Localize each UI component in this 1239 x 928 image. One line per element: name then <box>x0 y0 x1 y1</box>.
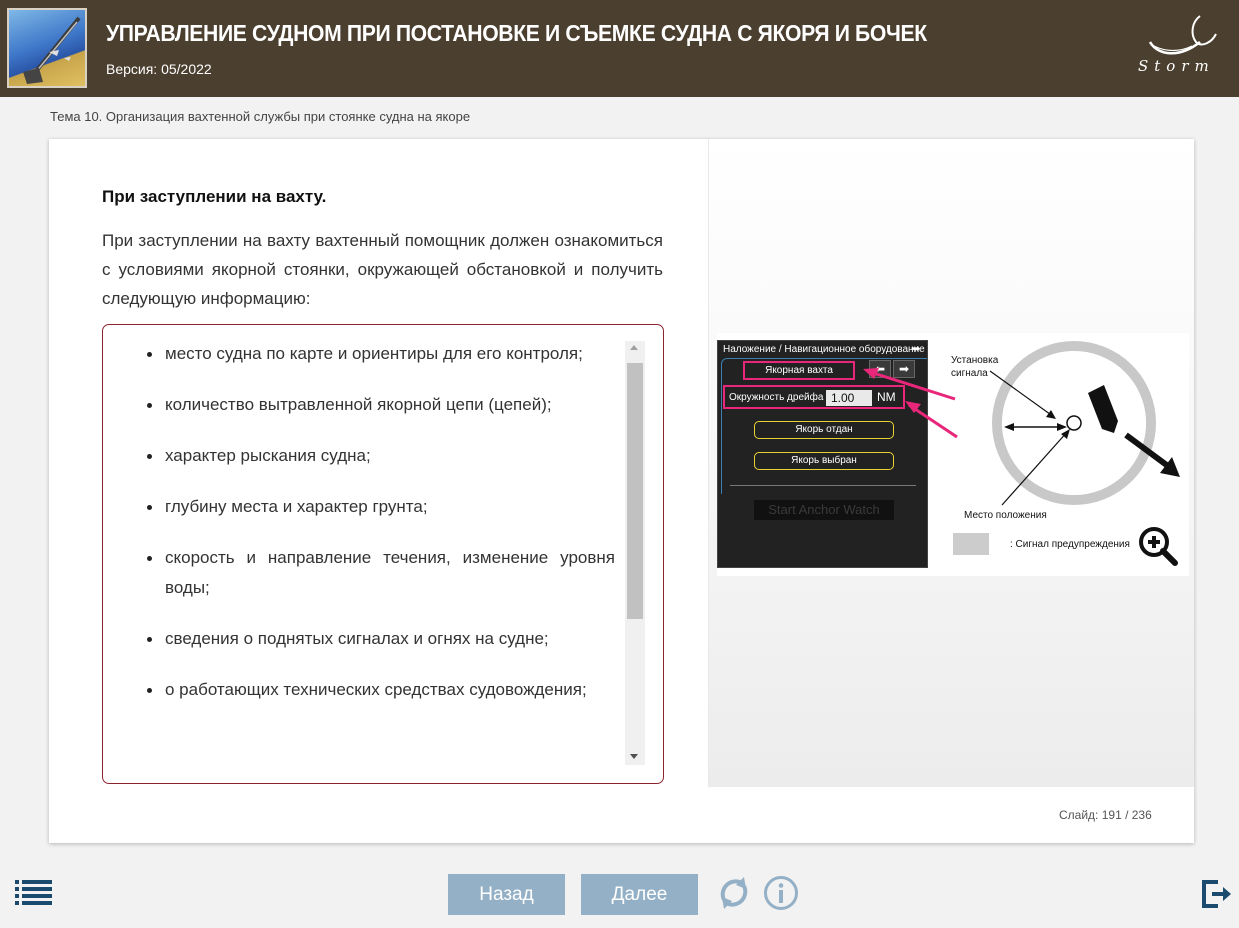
signal-setup-label: Установка сигнала <box>951 355 999 379</box>
course-version: Версия: 05/2022 <box>106 61 212 77</box>
list-item: количество вытравленной якорной цепи (це… <box>123 390 615 420</box>
list-item: о работающих технических средствах судов… <box>123 675 615 705</box>
warning-signal-label: : Сигнал предупреждения <box>1010 539 1130 550</box>
slide-card: При заступлении на вахту. При заступлени… <box>49 139 1194 843</box>
info-icon[interactable] <box>763 875 799 911</box>
scroll-thumb[interactable] <box>627 363 643 619</box>
scroll-up-arrow-icon[interactable] <box>630 345 638 350</box>
course-logo <box>7 8 87 88</box>
section-heading: При заступлении на вахту. <box>102 187 327 206</box>
list-item: характер рыскания судна; <box>123 441 615 471</box>
zoom-in-icon[interactable] <box>1137 525 1179 567</box>
list-scrollbar[interactable] <box>625 341 645 765</box>
course-title: УПРАВЛЕНИЕ СУДНОМ ПРИ ПОСТАНОВКЕ И СЪЕМК… <box>106 20 927 46</box>
header-bar: УПРАВЛЕНИЕ СУДНОМ ПРИ ПОСТАНОВКЕ И СЪЕМК… <box>0 0 1239 97</box>
topic-breadcrumb: Тема 10. Организация вахтенной службы пр… <box>50 109 471 124</box>
menu-list-icon[interactable] <box>15 880 52 905</box>
back-button[interactable]: Назад <box>448 874 565 915</box>
info-list-box[interactable]: место судна по карте и ориентиры для его… <box>102 324 664 784</box>
slide-counter: Слайд: 191 / 236 <box>1059 808 1152 822</box>
slide-counter-value: 191 / 236 <box>1101 808 1152 822</box>
next-button[interactable]: Далее <box>581 874 698 915</box>
position-label: Место положения <box>964 510 1047 521</box>
warning-signal-swatch <box>953 533 989 555</box>
reload-icon[interactable] <box>715 874 753 912</box>
list-item: место судна по карте и ориентиры для его… <box>123 339 615 369</box>
list-item: глубину места и характер грунта; <box>123 492 615 522</box>
scroll-down-arrow-icon[interactable] <box>630 754 638 759</box>
list-item: сведения о поднятых сигналах и огнях на … <box>123 624 615 654</box>
slide-counter-label: Слайд: <box>1059 808 1099 822</box>
illustration-pane: Наложение / Навигационное оборудование ➡… <box>708 139 1194 787</box>
exit-icon[interactable] <box>1200 878 1232 910</box>
intro-paragraph: При заступлении на вахту вахтенный помощ… <box>102 231 663 308</box>
list-item: скорость и направление течения, изменени… <box>123 543 615 603</box>
info-list: место судна по карте и ориентиры для его… <box>123 339 615 726</box>
anchor-watch-figure[interactable]: Наложение / Навигационное оборудование ➡… <box>717 333 1189 576</box>
storm-brand-text: Storm <box>1138 57 1215 75</box>
